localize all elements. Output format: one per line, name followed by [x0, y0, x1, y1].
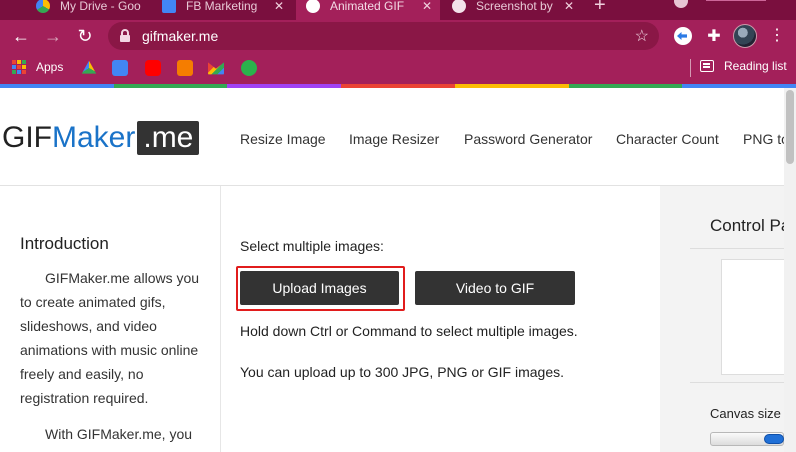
multi-select-hint: Hold down Ctrl or Command to select mult… [240, 323, 578, 339]
intro-heading: Introduction [20, 234, 109, 253]
nav-character-count[interactable]: Character Count [616, 131, 719, 147]
gmail-icon[interactable] [208, 62, 224, 75]
google-translate-icon[interactable] [112, 60, 128, 76]
new-tab-icon[interactable]: + [594, 0, 606, 17]
logo-part-maker: Maker [52, 121, 136, 154]
google-drive-icon[interactable] [81, 60, 97, 74]
intro-paragraph-1: GIFMaker.me allows you to create animate… [20, 270, 200, 406]
reload-icon[interactable]: ↻ [72, 23, 98, 49]
tab-my-drive[interactable]: My Drive - Goo [26, 0, 148, 20]
tab-title: Screenshot by [476, 0, 553, 13]
bookmark-separator [690, 59, 691, 77]
google-drive-icon [36, 0, 50, 13]
reading-list-label: Reading list [724, 59, 787, 73]
apps-label: Apps [36, 60, 64, 74]
web-page: GIFMaker .me Resize Image Image Resizer P… [0, 88, 796, 452]
upload-images-button[interactable]: Upload Images [240, 271, 399, 305]
select-images-label: Select multiple images: [240, 238, 384, 254]
google-docs-icon [162, 0, 176, 13]
site-header: GIFMaker .me Resize Image Image Resizer P… [0, 88, 789, 186]
tab-title: Animated GIF [330, 0, 405, 13]
divider [690, 248, 784, 249]
site-favicon-icon [306, 0, 320, 13]
nav-image-resizer[interactable]: Image Resizer [349, 131, 439, 147]
extensions-puzzle-icon[interactable]: ✚ [703, 25, 725, 47]
bookmark-apps[interactable]: Apps [12, 60, 63, 74]
video-to-gif-button[interactable]: Video to GIF [415, 271, 575, 305]
window-controls [706, 0, 766, 1]
browser-toolbar: ← → ↻ gifmaker.me ☆ ✚ ⋮ [0, 20, 796, 52]
nav-password-generator[interactable]: Password Generator [464, 131, 592, 147]
logo-part-me: .me [137, 121, 200, 155]
canvas-size-label: Canvas size [710, 406, 781, 421]
bookmarks-bar: Apps Reading list [0, 52, 796, 84]
tab-animated-gif[interactable]: Animated GIF ✕ [296, 0, 440, 20]
browser-menu-icon[interactable]: ⋮ [766, 24, 788, 48]
control-panel: Control Panel Canvas size [660, 186, 796, 452]
tab-fb-marketing[interactable]: FB Marketing ✕ [152, 0, 292, 20]
upload-limit-hint: You can upload up to 300 JPG, PNG or GIF… [240, 364, 564, 380]
tab-screenshot[interactable]: Screenshot by ✕ [442, 0, 582, 20]
page-scrollbar[interactable] [784, 88, 796, 452]
tab-title: My Drive - Goo [60, 0, 141, 13]
apps-grid-icon [12, 60, 26, 74]
profile-avatar[interactable] [733, 24, 757, 48]
canvas-size-slider[interactable] [710, 432, 784, 446]
url-text[interactable]: gifmaker.me [142, 28, 218, 44]
address-bar[interactable]: gifmaker.me ☆ [108, 22, 659, 50]
bookmark-star-icon[interactable]: ☆ [635, 26, 649, 46]
extension-arrow-icon[interactable] [672, 25, 694, 47]
close-tab-icon[interactable]: ✕ [564, 0, 574, 13]
nav-resize-image[interactable]: Resize Image [240, 131, 326, 147]
nav-png-to[interactable]: PNG to [743, 131, 789, 147]
youtube-icon[interactable] [145, 60, 161, 76]
reading-list-icon [700, 60, 714, 72]
logo-part-gif: GIF [2, 121, 52, 154]
reading-list-button[interactable]: Reading list [700, 59, 787, 73]
upload-section: Select multiple images: Upload Images Vi… [221, 186, 660, 452]
close-tab-icon[interactable]: ✕ [274, 0, 284, 13]
tab-search-icon[interactable] [674, 0, 688, 8]
lock-icon[interactable] [120, 29, 130, 42]
site-logo[interactable]: GIFMaker .me [2, 121, 200, 155]
scrollbar-thumb[interactable] [786, 90, 794, 164]
slider-handle[interactable] [764, 434, 784, 444]
preview-area [721, 259, 784, 375]
site-favicon-icon [452, 0, 466, 13]
back-icon[interactable]: ← [8, 23, 34, 49]
sidebar: Introduction GIFMaker.me allows you to c… [0, 186, 221, 452]
feedly-icon[interactable] [241, 60, 257, 76]
tab-title: FB Marketing [186, 0, 258, 13]
tab-strip: My Drive - Goo FB Marketing ✕ Animated G… [0, 0, 796, 20]
forward-icon[interactable]: → [40, 23, 66, 49]
intro-paragraph-2: With GIFMaker.me, you can also [20, 426, 193, 452]
close-tab-icon[interactable]: ✕ [422, 0, 432, 13]
divider [690, 382, 784, 383]
blogger-icon[interactable] [177, 60, 193, 76]
